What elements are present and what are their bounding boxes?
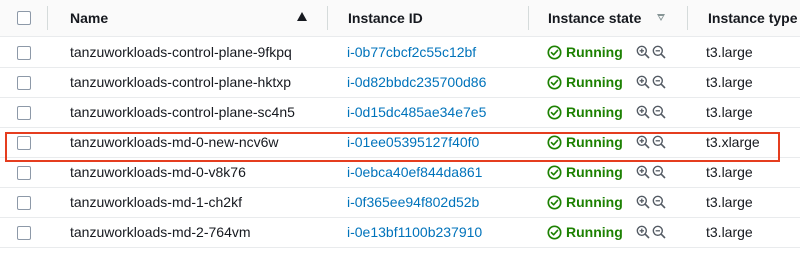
- zoom-out-icon[interactable]: [652, 105, 666, 124]
- zoom-in-icon[interactable]: [636, 75, 650, 94]
- instance-type: t3.large: [706, 44, 753, 60]
- row-checkbox[interactable]: [17, 106, 31, 120]
- column-divider: [687, 6, 688, 30]
- instance-state-label: Running: [566, 194, 623, 210]
- instance-state-label: Running: [566, 44, 623, 60]
- table-row[interactable]: tanzuworkloads-md-0-v8k76 i-0ebca40ef844d…: [0, 157, 800, 188]
- instance-id-link[interactable]: i-0f365ee94f802d52b: [347, 187, 479, 217]
- instance-id-link[interactable]: i-0e13bf1100b237910: [347, 217, 482, 247]
- zoom-out-icon[interactable]: [652, 195, 666, 214]
- table-row[interactable]: tanzuworkloads-control-plane-9fkpq i-0b77…: [0, 37, 800, 68]
- instance-id-link[interactable]: i-01ee05395127f40f0: [347, 127, 479, 157]
- instances-table: Name Instance ID Instance state Instance…: [0, 0, 800, 254]
- zoom-in-icon[interactable]: [636, 225, 650, 244]
- zoom-in-icon[interactable]: [636, 195, 650, 214]
- table-row[interactable]: tanzuworkloads-md-2-764vm i-0e13bf1100b23…: [0, 217, 800, 248]
- zoom-out-icon[interactable]: [652, 225, 666, 244]
- zoom-in-icon[interactable]: [636, 105, 650, 124]
- table-header: Name Instance ID Instance state Instance…: [0, 0, 800, 37]
- zoom-in-icon[interactable]: [636, 45, 650, 64]
- instance-state: Running: [547, 187, 623, 217]
- column-header-instance-type[interactable]: Instance type: [708, 0, 797, 36]
- running-check-icon: [547, 135, 562, 150]
- zoom-in-icon[interactable]: [636, 165, 650, 184]
- instance-name: tanzuworkloads-control-plane-hktxp: [70, 74, 291, 90]
- sort-ascending-icon[interactable]: [297, 12, 307, 21]
- instance-state-label: Running: [566, 134, 623, 150]
- table-row[interactable]: tanzuworkloads-control-plane-hktxp i-0d82…: [0, 67, 800, 98]
- row-checkbox[interactable]: [17, 136, 31, 150]
- zoom-out-icon[interactable]: [652, 45, 666, 64]
- instance-type: t3.large: [706, 164, 753, 180]
- instance-state: Running: [547, 37, 623, 67]
- instance-state: Running: [547, 97, 623, 127]
- running-check-icon: [547, 45, 562, 60]
- table-row[interactable]: tanzuworkloads-md-1-ch2kf i-0f365ee94f802…: [0, 187, 800, 218]
- row-checkbox[interactable]: [17, 226, 31, 240]
- row-checkbox[interactable]: [17, 196, 31, 210]
- zoom-out-icon[interactable]: [652, 75, 666, 94]
- row-checkbox[interactable]: [17, 76, 31, 90]
- column-header-name[interactable]: Name: [70, 0, 108, 36]
- instance-name: tanzuworkloads-md-0-new-ncv6w: [70, 134, 279, 150]
- column-divider: [327, 6, 328, 30]
- instance-name: tanzuworkloads-control-plane-sc4n5: [70, 104, 295, 120]
- instance-state-label: Running: [566, 74, 623, 90]
- row-checkbox[interactable]: [17, 46, 31, 60]
- column-header-instance-state[interactable]: Instance state: [548, 0, 641, 36]
- instance-type: t3.large: [706, 104, 753, 120]
- instance-state: Running: [547, 217, 623, 247]
- instance-type: t3.large: [706, 74, 753, 90]
- instance-name: tanzuworkloads-md-1-ch2kf: [70, 194, 242, 210]
- column-divider: [47, 6, 48, 30]
- zoom-out-icon[interactable]: [652, 165, 666, 184]
- instance-state-label: Running: [566, 224, 623, 240]
- instance-type: t3.xlarge: [706, 134, 760, 150]
- instance-state: Running: [547, 127, 623, 157]
- running-check-icon: [547, 105, 562, 120]
- running-check-icon: [547, 195, 562, 210]
- table-row[interactable]: tanzuworkloads-md-0-new-ncv6w i-01ee05395…: [0, 127, 800, 158]
- instance-state-label: Running: [566, 104, 623, 120]
- zoom-in-icon[interactable]: [636, 135, 650, 154]
- instance-type: t3.large: [706, 194, 753, 210]
- instance-name: tanzuworkloads-control-plane-9fkpq: [70, 44, 292, 60]
- instance-state: Running: [547, 67, 623, 97]
- instance-name: tanzuworkloads-md-0-v8k76: [70, 164, 246, 180]
- instance-id-link[interactable]: i-0d82bbdc235700d86: [347, 67, 486, 97]
- instance-type: t3.large: [706, 224, 753, 240]
- table-row[interactable]: tanzuworkloads-control-plane-sc4n5 i-0d15…: [0, 97, 800, 128]
- sort-icon[interactable]: [657, 14, 665, 21]
- instance-id-link[interactable]: i-0b77cbcf2c55c12bf: [347, 37, 476, 67]
- row-checkbox[interactable]: [17, 166, 31, 180]
- instance-id-link[interactable]: i-0d15dc485ae34e7e5: [347, 97, 486, 127]
- instance-id-link[interactable]: i-0ebca40ef844da861: [347, 157, 482, 187]
- running-check-icon: [547, 75, 562, 90]
- instance-state: Running: [547, 157, 623, 187]
- zoom-out-icon[interactable]: [652, 135, 666, 154]
- instance-name: tanzuworkloads-md-2-764vm: [70, 224, 251, 240]
- select-all-checkbox[interactable]: [17, 11, 31, 25]
- column-divider: [528, 6, 529, 30]
- column-header-instance-id[interactable]: Instance ID: [348, 0, 423, 36]
- running-check-icon: [547, 225, 562, 240]
- instance-state-label: Running: [566, 164, 623, 180]
- running-check-icon: [547, 165, 562, 180]
